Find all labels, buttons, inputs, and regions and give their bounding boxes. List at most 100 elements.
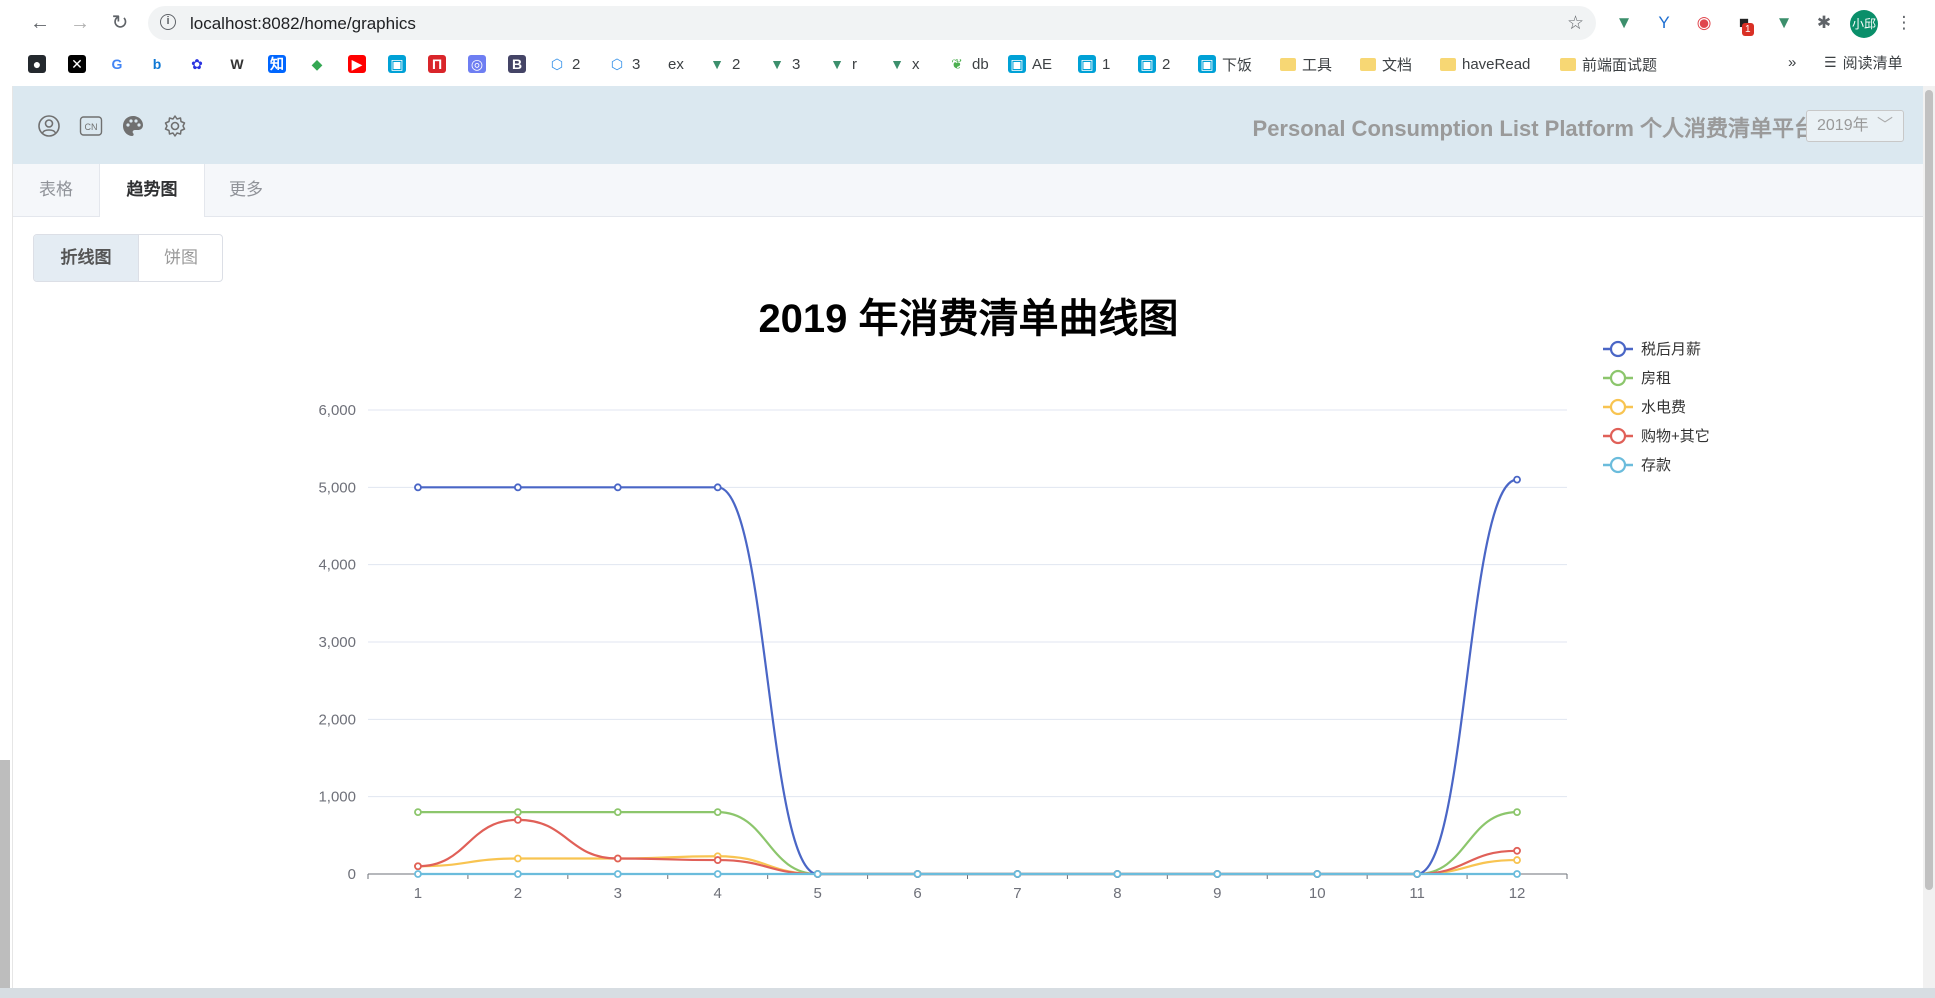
bookmark-item[interactable]: ●	[28, 54, 46, 74]
line-chart: 01,0002,0003,0004,0005,0006,0001 2 3 4 5 6 7 8 9…	[318, 340, 1710, 902]
vue-extension-icon[interactable]: ▼	[1612, 11, 1636, 35]
y-extension-icon[interactable]: Y	[1652, 11, 1676, 35]
maps-icon: ◆	[311, 56, 323, 72]
n-icon: Π	[428, 55, 446, 73]
bookmark-item[interactable]: B	[508, 54, 526, 74]
legend-label: 税后月薪	[1641, 341, 1701, 358]
site-info-icon[interactable]: i	[160, 14, 176, 30]
bookmark-label: haveRead	[1462, 55, 1531, 73]
back-icon[interactable]: ←	[28, 11, 52, 35]
bookmark-item[interactable]: ▶	[348, 54, 366, 74]
legend-label: 购物+其它	[1641, 427, 1710, 445]
data-point	[913, 870, 922, 878]
bookmark-item[interactable]: ✕	[68, 54, 86, 74]
x-tick-label: 2	[514, 885, 522, 902]
bookmark-label: ex	[668, 55, 684, 73]
x-tick-label: 7	[1013, 885, 1021, 902]
bookmark-item[interactable]: Π	[428, 54, 446, 74]
extensions-puzzle-icon[interactable]: ✱	[1812, 11, 1836, 35]
bookmark-item[interactable]: ⬡ 2	[548, 54, 580, 74]
data-point	[414, 870, 422, 878]
reading-list-button[interactable]: ☰ 阅读清单	[1824, 52, 1903, 72]
x-tick-label: 8	[1113, 885, 1121, 902]
data-point	[1513, 475, 1521, 484]
bookmark-label: x	[912, 55, 920, 73]
bookmark-item[interactable]: ▼ r	[828, 54, 857, 74]
vue-icon: ▼	[830, 56, 844, 72]
data-point	[1013, 870, 1022, 878]
bookmark-item[interactable]: ✿	[188, 54, 206, 74]
data-point	[1113, 870, 1122, 878]
vue-icon: ▼	[890, 56, 904, 72]
series-line	[417, 478, 1518, 876]
bookmark-item[interactable]: ▼ 2	[708, 54, 740, 74]
bookmark-item[interactable]: ⬡ 3	[608, 54, 640, 74]
notification-extension-icon[interactable]: ■ 1	[1732, 11, 1756, 36]
x-circle-icon: ✕	[68, 55, 86, 73]
bookmark-label: 工具	[1302, 56, 1333, 74]
address-bar[interactable]: i localhost:8082/home/graphics ☆	[148, 6, 1596, 40]
vue-devtools-icon[interactable]: ▼	[1772, 11, 1796, 35]
data-point	[1513, 808, 1521, 817]
b-icon: B	[508, 55, 526, 73]
bookmark-item[interactable]: G	[108, 54, 126, 74]
baidu-icon: ✿	[191, 56, 203, 72]
data-point	[1313, 870, 1322, 878]
side-scrollbar	[0, 760, 10, 988]
y-tick-label: 3,000	[318, 634, 356, 651]
bookmark-item[interactable]: ▣ 下饭	[1198, 54, 1252, 74]
x-tick-label: 4	[714, 885, 722, 902]
bookmark-item[interactable]: ▼ 3	[768, 54, 800, 74]
legend-marker	[1609, 369, 1627, 387]
bookmark-item[interactable]: ◆	[308, 54, 326, 74]
bookmark-label: 文档	[1382, 56, 1413, 74]
bookmark-item[interactable]: 文档	[1360, 54, 1412, 74]
bookmark-label: db	[972, 55, 989, 73]
data-point	[613, 870, 622, 878]
bookmark-item[interactable]: ▣ 2	[1138, 54, 1170, 74]
bookmark-item[interactable]: ▣	[388, 54, 406, 74]
record-extension-icon[interactable]: ◉	[1692, 11, 1716, 35]
bookmark-item[interactable]: ▣ 1	[1078, 54, 1110, 74]
forward-icon[interactable]: →	[68, 11, 92, 35]
bookmark-item[interactable]: haveRead	[1440, 54, 1530, 74]
bookmark-item[interactable]: b	[148, 54, 166, 74]
data-point	[713, 808, 722, 817]
bookmark-star-icon[interactable]: ☆	[1567, 12, 1584, 35]
bookmark-item[interactable]: ❦ db	[948, 54, 989, 74]
url-text[interactable]: localhost:8082/home/graphics	[190, 14, 416, 34]
hexagon-icon: ⬡	[550, 56, 564, 72]
data-point	[613, 854, 622, 863]
bookmark-item[interactable]: 前端面试题	[1560, 54, 1657, 74]
data-point	[1413, 870, 1422, 878]
bookmark-item[interactable]: W	[228, 54, 246, 74]
menu-kebab-icon[interactable]: ⋮	[1892, 11, 1916, 35]
bookmarks-overflow[interactable]: »	[1788, 52, 1796, 72]
app-container: CN Personal Consumption List Platform 个人…	[12, 86, 1924, 998]
profile-avatar[interactable]: 小邱	[1850, 10, 1878, 38]
bookmark-label: 前端面试题	[1582, 56, 1658, 74]
bookmark-label: 2	[732, 55, 741, 73]
data-point	[1213, 870, 1222, 878]
data-point	[414, 483, 422, 492]
x-tick-label: 5	[813, 885, 821, 902]
x-tick-label: 12	[1509, 885, 1526, 902]
folder-icon	[1440, 57, 1456, 71]
x-tick-label: 1	[414, 885, 422, 902]
bookmark-item[interactable]: 工具	[1280, 54, 1332, 74]
extension-badge: 1	[1742, 23, 1754, 36]
bookmarks-bar: ● ✕ Gb ✿ W 知 ◆ ▶ ▣ Π ◎ B ⬡ 2 ⬡ 3 ex ▼ 2 ▼ 3 ▼ r ▼ x ❦ db ▣ AE ▣ 1 ▣ 2 ▣ 下饭…	[0, 48, 1935, 80]
bookmark-item[interactable]: ◎	[468, 54, 486, 74]
bookmark-item[interactable]: ex	[668, 54, 684, 74]
bookmark-item[interactable]: ▣ AE	[1008, 54, 1052, 74]
bookmark-item[interactable]: ▼ x	[888, 54, 920, 74]
y-tick-label: 0	[348, 866, 356, 883]
bookmark-item[interactable]: 知	[268, 54, 286, 74]
youtube-icon: ▶	[348, 55, 366, 73]
leaf-icon: ❦	[951, 56, 963, 72]
reload-icon[interactable]: ↻	[108, 11, 132, 35]
page-scrollbar-thumb[interactable]	[1925, 90, 1933, 890]
data-point	[513, 815, 522, 824]
data-point	[513, 808, 522, 817]
bilibili-icon: ▣	[388, 55, 406, 73]
